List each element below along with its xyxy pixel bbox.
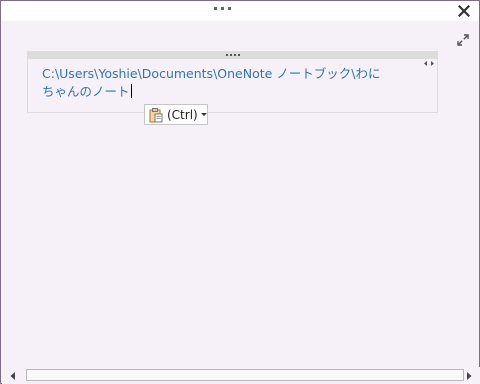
resize-width-icon[interactable] xyxy=(423,52,435,66)
expand-button[interactable] xyxy=(455,32,471,48)
note-text-line-2-wrap[interactable]: ちゃんのノート xyxy=(42,83,422,101)
close-icon xyxy=(458,5,470,17)
note-container[interactable]: C:\Users\Yoshie\Documents\OneNote ノートブック… xyxy=(27,51,438,113)
note-text-line-2[interactable]: ちゃんのノート xyxy=(42,84,130,99)
expand-icon xyxy=(457,34,469,46)
arrow-left-icon xyxy=(10,371,15,380)
note-text[interactable]: C:\Users\Yoshie\Documents\OneNote ノートブック… xyxy=(42,65,422,101)
horizontal-scrollbar[interactable] xyxy=(2,367,480,384)
note-container-handle[interactable] xyxy=(28,52,437,66)
text-cursor xyxy=(130,84,132,98)
chevron-down-icon xyxy=(200,113,207,116)
scrollbar-track[interactable] xyxy=(26,369,464,381)
scroll-right-button[interactable] xyxy=(462,369,476,382)
note-text-line-1[interactable]: C:\Users\Yoshie\Documents\OneNote ノートブック… xyxy=(42,65,422,83)
paste-options-label: (Ctrl) xyxy=(167,107,198,122)
paste-options-button[interactable]: (Ctrl) xyxy=(144,104,208,125)
title-bar[interactable] xyxy=(1,1,479,21)
scroll-left-button[interactable] xyxy=(6,369,20,382)
drag-grip-icon[interactable] xyxy=(214,7,232,11)
container-grip-icon[interactable] xyxy=(226,54,240,57)
clipboard-icon xyxy=(149,107,163,122)
close-button[interactable] xyxy=(455,2,473,20)
onenote-window: C:\Users\Yoshie\Documents\OneNote ノートブック… xyxy=(0,0,480,384)
arrow-right-icon xyxy=(467,371,472,380)
